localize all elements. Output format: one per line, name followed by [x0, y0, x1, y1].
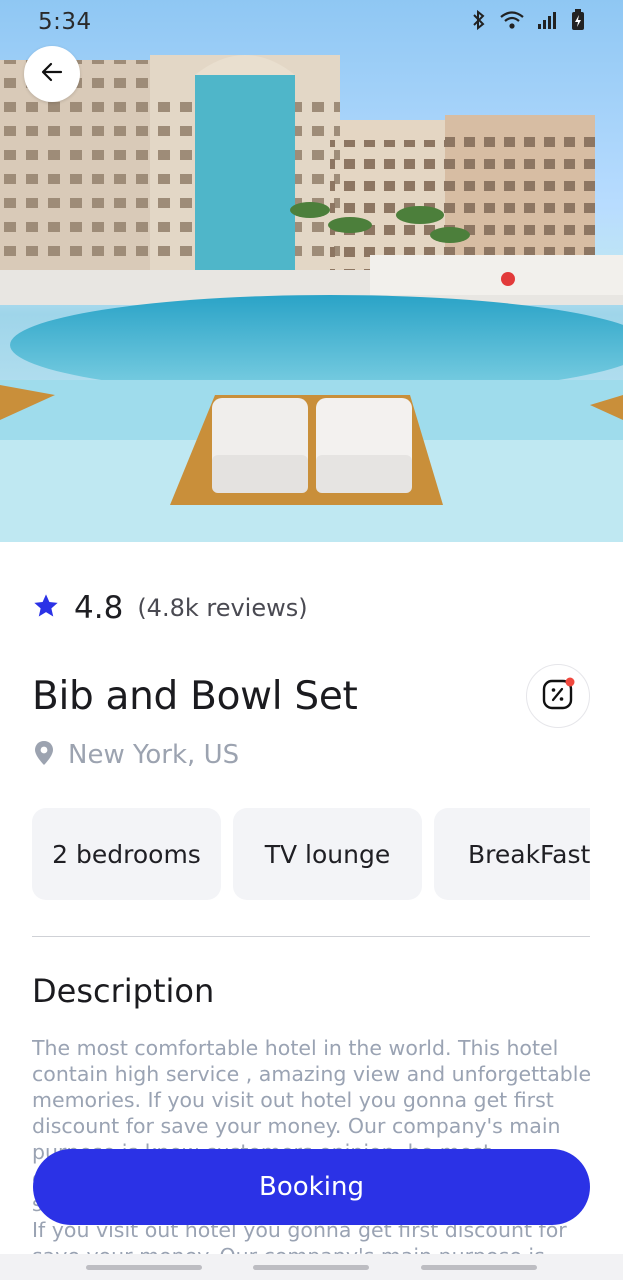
- hotel-hero-image: 5:34: [0, 0, 623, 542]
- feature-chip[interactable]: TV lounge: [233, 808, 422, 900]
- arrow-left-icon: [41, 61, 63, 87]
- rating-reviews-count: (4.8k reviews): [137, 594, 308, 622]
- battery-charging-icon: [571, 8, 585, 36]
- nav-back-handle[interactable]: [421, 1264, 538, 1270]
- wifi-icon: [499, 10, 525, 35]
- section-divider: [32, 936, 590, 937]
- nav-home-handle[interactable]: [253, 1264, 370, 1270]
- system-nav-bar: [0, 1254, 623, 1280]
- rating-value: 4.8: [74, 590, 124, 626]
- discount-icon: [541, 677, 575, 715]
- nav-recents-handle[interactable]: [85, 1264, 202, 1270]
- listing-title: Bib and Bowl Set: [32, 673, 358, 719]
- status-icons: [471, 8, 585, 36]
- back-button[interactable]: [24, 46, 80, 102]
- feature-chip[interactable]: 2 bedrooms: [32, 808, 221, 900]
- status-time: 5:34: [38, 9, 92, 35]
- description-heading: Description: [32, 972, 215, 1010]
- signal-icon: [537, 10, 559, 35]
- discount-button[interactable]: [526, 664, 590, 728]
- title-row: Bib and Bowl Set: [32, 664, 590, 728]
- location-row: New York, US: [32, 740, 239, 770]
- star-icon: [32, 592, 60, 624]
- status-bar: 5:34: [0, 0, 623, 44]
- bluetooth-icon: [471, 9, 487, 36]
- booking-button[interactable]: Booking: [33, 1149, 590, 1225]
- location-pin-icon: [32, 740, 56, 770]
- rating-row: 4.8 (4.8k reviews): [32, 588, 308, 628]
- location-text: New York, US: [68, 740, 240, 770]
- hotel-photo: [0, 55, 623, 542]
- feature-chips: 2 bedrooms TV lounge BreakFast: [32, 808, 590, 900]
- feature-chip[interactable]: BreakFast: [434, 808, 590, 900]
